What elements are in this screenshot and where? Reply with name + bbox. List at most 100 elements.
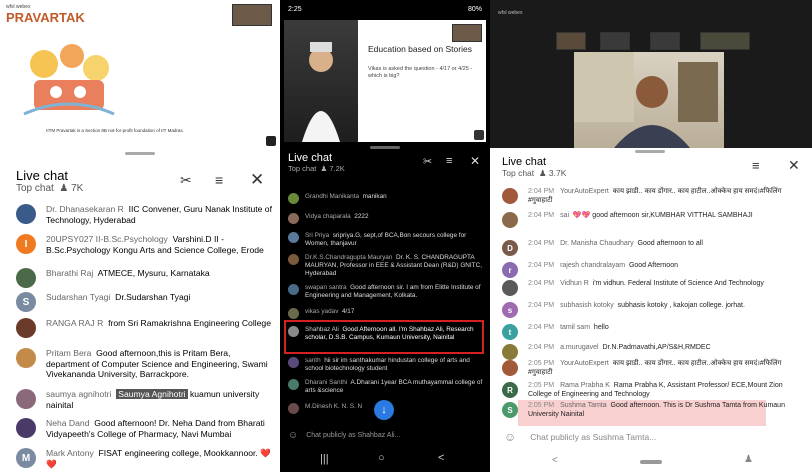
chat-header: Live chat Top chat ♟ 7K [0, 168, 280, 194]
panel-2: 2:25 80% Education based on Stories Vika… [280, 0, 490, 472]
avatar [288, 379, 299, 390]
avatar [16, 204, 36, 224]
chat-message: S 2:05 PM Sushma Tamta Good afternoon. Thi… [490, 402, 812, 420]
slide-image [284, 20, 358, 142]
panel-1: wfsl webex PRAVARTAK IITM Pravartak is a … [0, 0, 280, 472]
chat-message: vikas yadav 4/17 [280, 308, 490, 319]
avatar [16, 318, 36, 338]
avatar [502, 188, 518, 204]
participant-thumbnail [650, 32, 680, 50]
video-area[interactable]: wfsl webex PRAVARTAK IITM Pravartak is a … [0, 0, 280, 148]
avatar [288, 357, 299, 368]
back-icon[interactable]: < [438, 452, 444, 464]
chat-message: r 2:04 PM rajesh chandralayam Good Afterno… [490, 262, 812, 278]
chat-message: Pritam Bera Good afternoon,this is Prita… [0, 348, 280, 380]
fullscreen-icon[interactable] [266, 136, 276, 146]
emoji-icon[interactable]: ☺ [288, 430, 298, 441]
chat-message: Dharani Santhi A.Dharani 1year BCA mutha… [280, 379, 490, 395]
accessibility-icon[interactable]: ♟ [744, 454, 753, 465]
scissors-icon[interactable]: ✂ [180, 172, 192, 189]
speaker-video [574, 52, 724, 148]
chat-message: s 2:04 PM subhasish kotoky subhasis kotoky… [490, 302, 812, 318]
slide-area[interactable]: Education based on Stories Vikas is aske… [284, 20, 486, 142]
caption: IITM Pravartak is a Section 8B not-for-p… [46, 128, 184, 133]
panel-3: wfsl webex Live chat Top chat ♟ 3.7K ≡ ✕… [490, 0, 812, 472]
close-icon[interactable]: ✕ [788, 157, 800, 174]
chat-message: I 20UPSY027 II-B.Sc.Psychology Varshini.D… [0, 234, 280, 255]
viewer-count: 7.2K [329, 164, 345, 173]
chat-message: Bharathi Raj ATMECE, Mysuru, Karnataka [0, 268, 280, 288]
chat-message: Vidya chaparala 2222 [280, 213, 490, 224]
avatar [288, 284, 299, 295]
avatar: r [502, 262, 518, 278]
participant-thumbnail [700, 32, 750, 50]
scroll-down-button[interactable]: ↓ [374, 400, 394, 420]
avatar [288, 193, 299, 204]
chat-subtitle[interactable]: Top chat ♟ 3.7K [502, 168, 812, 179]
avatar: I [16, 234, 36, 254]
chat-subtitle[interactable]: Top chat ♟ 7K [16, 183, 280, 194]
chat-input[interactable]: ☺ Chat publicly as Sushma Tamta... [490, 428, 812, 446]
scissors-icon[interactable]: ✂ [423, 155, 432, 168]
avatar [16, 418, 36, 438]
avatar: t [502, 324, 518, 340]
chat-message: 2:04 PM sai 💖💖 good afternoon sir,KUMBHAR… [490, 212, 812, 228]
viewers-icon: ♟ [320, 164, 328, 173]
avatar [16, 348, 36, 368]
chat-title: Live chat [16, 168, 69, 183]
highlight-box [284, 320, 484, 354]
chat-message: M Mark Antony FISAT engineering college, … [0, 448, 280, 469]
chat-message: Grandhi Manikanta manikan [280, 193, 490, 204]
viewer-count: 3.7K [548, 168, 567, 178]
avatar: D [502, 240, 518, 256]
filter-icon[interactable]: ≡ [446, 155, 452, 167]
chat-message: saumya agnihotri Saumya Agnihotri kuamun… [0, 389, 280, 410]
chat-message: 2:04 PM Vidhun R i'm vidhun. Federal Inst… [490, 280, 812, 296]
chat-subtitle[interactable]: Top chat ♟ 7.2K [288, 164, 490, 173]
avatar [502, 344, 518, 360]
chat-message: santh hii sir im santhakumar hindustan c… [280, 357, 490, 373]
video-area[interactable]: wfsl webex [490, 0, 812, 148]
chat-message: t 2:04 PM tamil sam hello [490, 324, 812, 340]
fullscreen-icon[interactable] [474, 130, 484, 140]
chat-message: Sri Priya sripriya.G, sept,of BCA,Bon se… [280, 232, 490, 248]
participant-thumbnail [556, 32, 586, 50]
home-pill[interactable] [640, 460, 662, 464]
home-icon[interactable]: ○ [378, 452, 385, 464]
avatar [288, 213, 299, 224]
chat-header: Live chat Top chat ♟ 7.2K [280, 152, 490, 173]
chat-message: 2:04 PM YourAutoExpert काय झाडी.. काय डों… [490, 188, 812, 206]
recent-apps-icon[interactable]: ||| [320, 453, 329, 465]
chat-message: R 2:05 PM Rama Prabha K Rama Prabha K, Ass… [490, 382, 812, 400]
viewer-count: 7K [71, 183, 84, 194]
chat-message: S Sudarshan Tyagi Dr.Sudarshan Tyagi [0, 292, 280, 312]
avatar: R [502, 382, 518, 398]
avatar [16, 268, 36, 288]
presenter-thumbnail [452, 24, 482, 42]
viewers-icon: ♟ [538, 168, 547, 178]
close-icon[interactable]: ✕ [470, 154, 480, 168]
drag-handle[interactable] [370, 146, 400, 149]
filter-icon[interactable]: ≡ [752, 158, 760, 173]
chat-message: swapan santra Good afternoon sir. I am f… [280, 284, 490, 300]
avatar: S [16, 292, 36, 312]
chat-input[interactable]: ☺ Chat publicly as Shahbaz Ali... [280, 426, 490, 444]
avatar [288, 232, 299, 243]
drag-handle[interactable] [635, 150, 665, 153]
chat-message: Dr. Dhanasekaran R IIC Convener, Guru Na… [0, 204, 280, 225]
chat-header: Live chat Top chat ♟ 3.7K [490, 156, 812, 179]
avatar: M [16, 448, 36, 468]
avatar: S [502, 402, 518, 418]
drag-handle[interactable] [125, 152, 155, 155]
logo: wfsl webex PRAVARTAK [6, 4, 85, 25]
chat-title: Live chat [288, 152, 333, 164]
avatar: s [502, 302, 518, 318]
close-icon[interactable]: ✕ [250, 170, 264, 190]
emoji-icon[interactable]: ☺ [504, 430, 516, 444]
filter-icon[interactable]: ≡ [215, 172, 223, 188]
viewers-icon: ♟ [59, 183, 69, 194]
avatar [288, 403, 299, 414]
back-icon[interactable]: < [552, 455, 558, 466]
chat-message: RANGA RAJ R from Sri Ramakrishna Enginee… [0, 318, 280, 338]
avatar [288, 254, 299, 265]
